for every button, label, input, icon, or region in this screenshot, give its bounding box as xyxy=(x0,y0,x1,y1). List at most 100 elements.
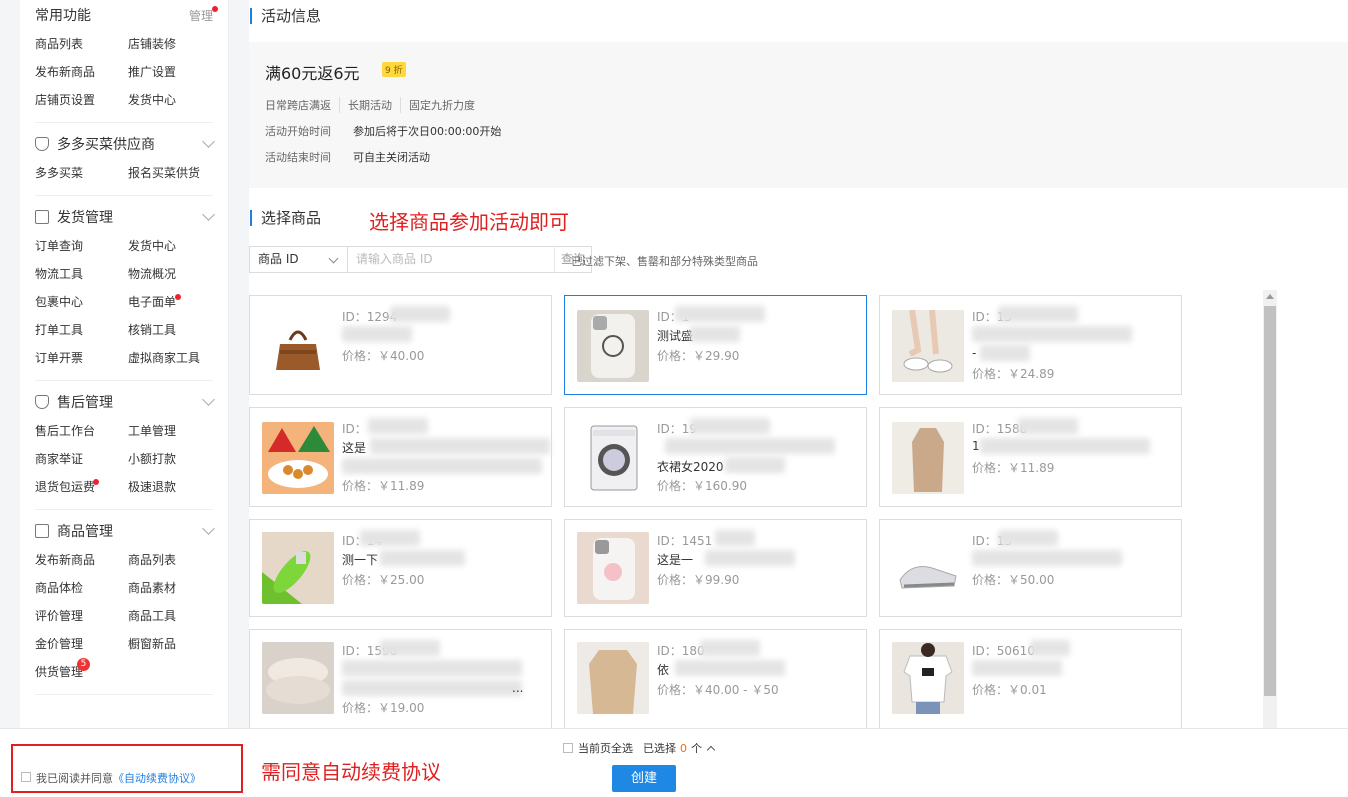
sidebar-item-virtual-merchant[interactable]: 虚拟商家工具 xyxy=(128,344,221,372)
sidebar-item-verify-tool[interactable]: 核销工具 xyxy=(128,316,221,344)
product-card[interactable]: ID：15 - 价格：￥24.89 xyxy=(879,295,1182,395)
product-thumbnail xyxy=(262,310,334,382)
sidebar-item-logistics-tools[interactable]: 物流工具 xyxy=(35,260,128,288)
sidebar-item-print-tool[interactable]: 打单工具 xyxy=(35,316,128,344)
sidebar-item-goods-list[interactable]: 商品列表 xyxy=(35,30,128,58)
product-price: 价格：￥99.90 xyxy=(657,573,740,587)
redacted-blur xyxy=(700,640,760,656)
product-card[interactable]: ID：1596 ... 价格：￥19.00 xyxy=(249,629,552,728)
select-all-label: 当前页全选 xyxy=(578,742,633,755)
product-card[interactable]: ID：50610 价格：￥0.01 xyxy=(879,629,1182,728)
sidebar-item-order-query[interactable]: 订单查询 xyxy=(35,232,128,260)
sidebar-section-title: 商品管理 xyxy=(57,524,113,540)
sidebar-item-logistics-overview[interactable]: 物流概况 xyxy=(128,260,221,288)
create-button[interactable]: 创建 xyxy=(612,765,676,792)
product-card[interactable]: ID：13 价格：￥50.00 xyxy=(879,519,1182,617)
product-id: ID：180 xyxy=(657,644,705,658)
product-card[interactable]: ID：14 测一下 价格：￥25.00 xyxy=(249,519,552,617)
sidebar-item-window-new[interactable]: 橱窗新品 xyxy=(128,630,221,658)
sidebar-item-duoduo-maicai[interactable]: 多多买菜 xyxy=(35,159,128,187)
product-thumbnail xyxy=(892,642,964,714)
sidebar-item-promotion[interactable]: 推广设置 xyxy=(128,58,221,86)
sidebar-item-goods-tools[interactable]: 商品工具 xyxy=(128,602,221,630)
product-price: 价格：￥160.90 xyxy=(657,479,747,493)
product-card[interactable]: ID：1588 1 价格：￥11.89 xyxy=(879,407,1182,507)
count-badge: 5 xyxy=(77,658,90,671)
product-price: 价格：￥40.00 - ￥50 xyxy=(657,683,779,697)
sidebar-item-order-invoice[interactable]: 订单开票 xyxy=(35,344,128,372)
chevron-down-icon[interactable] xyxy=(202,393,215,406)
sidebar-item-aftersale-desk[interactable]: 售后工作台 xyxy=(35,417,128,445)
sidebar-item-return-freight[interactable]: 退货包运费 xyxy=(35,473,128,501)
sidebar-item-goods-material[interactable]: 商品素材 xyxy=(128,574,221,602)
document-icon xyxy=(35,210,49,224)
sidebar-item-apply-supply[interactable]: 报名买菜供货 xyxy=(128,159,221,187)
chevron-down-icon[interactable] xyxy=(202,522,215,535)
product-thumbnail xyxy=(892,310,964,382)
sidebar-item-goods-check[interactable]: 商品体检 xyxy=(35,574,128,602)
sidebar-item-shop-page[interactable]: 店铺页设置 xyxy=(35,86,128,114)
product-card[interactable]: ID：1294 价格：￥40.00 xyxy=(249,295,552,395)
product-card[interactable]: ID：180 依 价格：￥40.00 - ￥50 xyxy=(564,629,867,728)
product-id: ID： xyxy=(342,422,367,436)
sidebar-item-publish-goods[interactable]: 发布新商品 xyxy=(35,546,128,574)
activity-tag: 固定九折力度 xyxy=(400,97,483,113)
product-card[interactable]: ID： 这是 价格：￥11.89 xyxy=(249,407,552,507)
redacted-blur xyxy=(1030,640,1070,656)
product-thumbnail xyxy=(262,642,334,714)
product-price: 价格：￥25.00 xyxy=(342,573,425,587)
auto-renew-agreement-link[interactable]: 《自动续费协议》 xyxy=(113,772,201,785)
product-price: 价格：￥11.89 xyxy=(342,479,425,493)
agreement-text: 我已阅读并同意《自动续费协议》 xyxy=(36,772,201,785)
shield-check-icon xyxy=(35,395,49,409)
product-id-input[interactable]: 请输入商品 ID xyxy=(348,246,554,273)
scrollbar[interactable] xyxy=(1263,290,1277,728)
sidebar-item-supply-manage[interactable]: 供货管理 5 xyxy=(35,658,128,686)
selected-count: 0 xyxy=(680,741,687,755)
sidebar-item-publish-goods[interactable]: 发布新商品 xyxy=(35,58,128,86)
product-card[interactable]: ID：1451 这是一 价格：￥99.90 xyxy=(564,519,867,617)
sidebar: 常用功能 管理 商品列表 店铺装修 发布新商品 推广设置 店铺页设置 发货中心 … xyxy=(20,0,229,728)
select-all-checkbox[interactable] xyxy=(563,743,573,753)
sidebar-item-package-center[interactable]: 包裹中心 xyxy=(35,288,128,316)
product-thumbnail xyxy=(892,532,964,604)
product-price: 价格：￥24.89 xyxy=(972,367,1055,381)
manage-link[interactable]: 管理 xyxy=(189,6,218,24)
activity-start-row: 活动开始时间 参加后将于次日00:00:00开始 xyxy=(265,123,501,139)
selected-prefix: 已选择 xyxy=(643,742,676,755)
product-price: 价格：￥29.90 xyxy=(657,349,740,363)
sidebar-item-merchant-evidence[interactable]: 商家举证 xyxy=(35,445,128,473)
discount-badge: 9 折 xyxy=(382,62,406,77)
search-type-select[interactable]: 商品 ID xyxy=(249,246,348,273)
sidebar-item-small-payment[interactable]: 小额打款 xyxy=(128,445,221,473)
sidebar-item-review-manage[interactable]: 评价管理 xyxy=(35,602,128,630)
sidebar-section-aftersale: 售后管理 售后工作台 工单管理 商家举证 小额打款 退货包运费 极速退款 xyxy=(20,387,228,501)
scroll-up-arrow-icon[interactable] xyxy=(1266,294,1274,299)
product-card[interactable]: ID：19 衣裙女2020 价格：￥160.90 xyxy=(564,407,867,507)
product-thumbnail xyxy=(892,422,964,494)
sidebar-item-ship-center[interactable]: 发货中心 xyxy=(128,86,221,114)
redacted-blur xyxy=(342,660,522,676)
footer-bar: 我已阅读并同意《自动续费协议》 需同意自动续费协议 当前页全选 已选择 0 个 … xyxy=(0,728,1348,797)
scrollbar-thumb[interactable] xyxy=(1264,306,1276,696)
annotation-note: 选择商品参加活动即可 xyxy=(369,210,569,234)
sidebar-item-ticket-manage[interactable]: 工单管理 xyxy=(128,417,221,445)
notification-dot xyxy=(212,6,218,12)
sidebar-item-e-waybill[interactable]: 电子面单 xyxy=(128,288,221,316)
filter-hint: 已过滤下架、售罄和部分特殊类型商品 xyxy=(571,255,758,268)
chevron-down-icon[interactable] xyxy=(202,135,215,148)
sidebar-item-goods-list[interactable]: 商品列表 xyxy=(128,546,221,574)
agreement-checkbox[interactable] xyxy=(21,772,31,782)
product-name: 1 xyxy=(972,439,980,453)
chevron-up-icon[interactable] xyxy=(706,745,716,754)
sidebar-item-ship-center[interactable]: 发货中心 xyxy=(128,232,221,260)
product-card[interactable]: ID：1 测试盛 价格：￥29.90 xyxy=(564,295,867,395)
redacted-blur xyxy=(665,438,835,454)
chevron-down-icon[interactable] xyxy=(202,208,215,221)
sidebar-item-fast-refund[interactable]: 极速退款 xyxy=(128,473,221,501)
product-name: ... xyxy=(512,681,524,695)
redacted-blur xyxy=(675,660,785,676)
redacted-blur xyxy=(725,457,785,473)
sidebar-item-gold-price[interactable]: 金价管理 xyxy=(35,630,128,658)
sidebar-item-shop-decor[interactable]: 店铺装修 xyxy=(128,30,221,58)
